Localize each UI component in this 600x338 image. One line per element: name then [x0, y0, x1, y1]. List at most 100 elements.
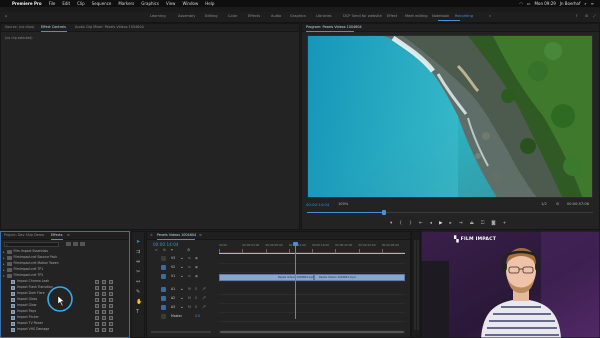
home-icon[interactable]: ⌂ — [5, 14, 7, 19]
mark-in-icon[interactable]: { — [399, 221, 402, 226]
mark-out-icon[interactable]: } — [409, 221, 412, 226]
disclosure-triangle-icon[interactable]: ▸ — [3, 250, 5, 254]
eye-icon[interactable]: ◉ — [195, 265, 198, 269]
disclosure-triangle-icon[interactable]: ▸ — [3, 268, 5, 272]
disclosure-triangle-icon[interactable]: ▾ — [3, 274, 5, 278]
fullscreen-icon[interactable]: ⤢ — [593, 14, 596, 19]
accelerated-filter-icon[interactable] — [66, 242, 71, 246]
playhead-handle[interactable] — [293, 242, 298, 246]
tab-project[interactable]: Project: Dev Ship Demo — [4, 233, 44, 237]
workspace-audio[interactable]: Audio — [271, 14, 281, 19]
work-area-bar[interactable] — [219, 253, 405, 254]
selection-tool-icon[interactable]: ➤ — [136, 240, 140, 245]
workspace-effects[interactable]: Effects — [248, 14, 260, 19]
workspace-assembly[interactable]: Assembly — [178, 14, 195, 19]
timeline-timecode[interactable]: 00:00:14:04 — [153, 242, 179, 247]
workspace-editing[interactable]: Editing — [205, 14, 218, 19]
effects-tab-menu-icon[interactable]: ≡ — [67, 233, 70, 237]
scrub-playhead[interactable] — [382, 210, 387, 215]
play-icon[interactable]: ▶ — [439, 221, 442, 226]
solo-icon[interactable]: S — [195, 305, 197, 309]
menu-list-icon[interactable]: ≡ — [591, 1, 594, 6]
workspace-libraries[interactable]: Libraries — [316, 14, 332, 19]
slip-tool-icon[interactable]: ↔ — [136, 280, 140, 285]
go-to-out-icon[interactable]: ⇥ — [459, 221, 463, 226]
mic-icon[interactable]: 🎤︎ — [202, 305, 206, 309]
wifi-icon[interactable]: ◠ — [519, 1, 523, 6]
app-menu[interactable]: Premiere Pro — [12, 1, 42, 6]
timeline-ruler[interactable]: 00:0000:00:04:0000:00:08:0000:00:12:0000… — [219, 243, 405, 253]
menu-markers[interactable]: Markers — [118, 1, 134, 6]
track-target-toggle[interactable] — [161, 305, 166, 310]
timeline-zoom-slider[interactable] — [151, 331, 211, 333]
clock[interactable]: Mon 09:29 — [535, 1, 556, 6]
panel-menu-icon[interactable]: ⚙ — [585, 14, 588, 19]
menu-sequence[interactable]: Sequence — [92, 1, 112, 6]
track-target-toggle[interactable] — [161, 287, 166, 292]
timeline-playhead[interactable] — [295, 243, 296, 319]
workspace-recording[interactable]: Recording — [455, 14, 473, 19]
lock-icon[interactable]: 🔒︎ — [181, 274, 183, 278]
track-lane[interactable] — [219, 256, 405, 264]
ripple-edit-tool-icon[interactable]: ⇹ — [136, 260, 140, 265]
quick-export-icon[interactable]: ⇪ — [575, 14, 578, 19]
workspace-color[interactable]: Color — [228, 14, 237, 19]
program-video-frame[interactable] — [307, 35, 593, 198]
step-back-icon[interactable]: ◂ — [430, 221, 432, 226]
solo-icon[interactable]: S — [195, 296, 197, 300]
mute-icon[interactable]: M — [188, 305, 191, 309]
yuv-filter-icon[interactable] — [80, 242, 85, 246]
battery-icon[interactable]: ▭ — [527, 1, 531, 6]
resolution-select[interactable]: 1/2 — [541, 202, 547, 207]
video-clip[interactable]: Pexels Videos 1004604.mp4 — [219, 274, 315, 281]
workspace-effect[interactable]: Effect — [387, 14, 397, 19]
menu-clip[interactable]: Clip — [77, 1, 85, 6]
mute-icon[interactable]: M — [188, 287, 191, 291]
menu-edit[interactable]: Edit — [62, 1, 70, 6]
lock-icon[interactable]: 🔒︎ — [181, 296, 183, 300]
menu-file[interactable]: File — [49, 1, 56, 6]
track-select-tool-icon[interactable]: ⇉ — [136, 250, 140, 255]
workspace-more-icon[interactable]: » — [489, 14, 491, 19]
linked-selection-icon[interactable]: ⊘ — [163, 248, 166, 253]
user-name[interactable]: Jn Boerhof — [560, 1, 581, 6]
search-icon[interactable]: ⌕ — [584, 1, 586, 6]
tab-source[interactable]: Source: (no clips) — [5, 25, 34, 29]
tab-effect-controls[interactable]: Effect Controls — [41, 25, 66, 29]
timeline-settings-icon[interactable]: ⚙ — [187, 248, 190, 253]
add-button-icon[interactable]: + — [503, 221, 507, 226]
workspace-dcp[interactable]: DCP Send for website — [343, 14, 382, 19]
hand-tool-icon[interactable]: ✋ — [136, 300, 142, 305]
workspace-graphics[interactable]: Graphics — [290, 14, 306, 19]
extract-icon[interactable]: ⏍ — [481, 220, 484, 226]
track-target-toggle[interactable] — [161, 296, 166, 301]
type-tool-icon[interactable]: T — [136, 310, 139, 315]
eye-icon[interactable]: ◉ — [195, 274, 198, 278]
razor-tool-icon[interactable]: ✂ — [136, 270, 140, 275]
workspace-notebook[interactable]: Notebook — [432, 14, 449, 19]
mute-icon[interactable]: M — [188, 296, 191, 300]
snap-icon[interactable]: ⊂ — [155, 248, 158, 253]
sync-lock-icon[interactable]: ⇆ — [188, 265, 191, 269]
32bit-filter-icon[interactable] — [73, 242, 78, 246]
tab-effects[interactable]: Effects — [51, 233, 63, 237]
menu-window[interactable]: Window — [182, 1, 198, 6]
track-target-toggle[interactable] — [161, 256, 166, 261]
timeline-horizontal-scrollbar[interactable] — [219, 330, 405, 334]
lock-icon[interactable]: 🔒︎ — [181, 305, 183, 309]
track-target-toggle[interactable] — [161, 274, 166, 279]
tab-audio-clip-mixer[interactable]: Audio Clip Mixer: Pexels Videos 1004604 — [75, 25, 144, 29]
track-target-toggle[interactable] — [161, 314, 166, 319]
workspace-learning[interactable]: Learning — [150, 14, 166, 19]
track-lane[interactable] — [219, 265, 405, 273]
mic-icon[interactable]: 🎤︎ — [202, 296, 206, 300]
effects-tree-item[interactable]: Impact VHS Damage — [9, 327, 49, 333]
video-clip[interactable]: Pexels Videos 1004604.mp4 — [314, 274, 405, 281]
go-to-in-icon[interactable]: ⇤ — [419, 221, 423, 226]
track-lane[interactable] — [219, 314, 405, 322]
add-marker-timeline-icon[interactable]: ▾ — [171, 248, 173, 253]
pen-tool-icon[interactable]: ✎ — [136, 290, 140, 295]
menu-graphics[interactable]: Graphics — [141, 1, 159, 6]
step-forward-icon[interactable]: ▸ — [450, 221, 452, 226]
track-lane[interactable] — [219, 287, 405, 295]
